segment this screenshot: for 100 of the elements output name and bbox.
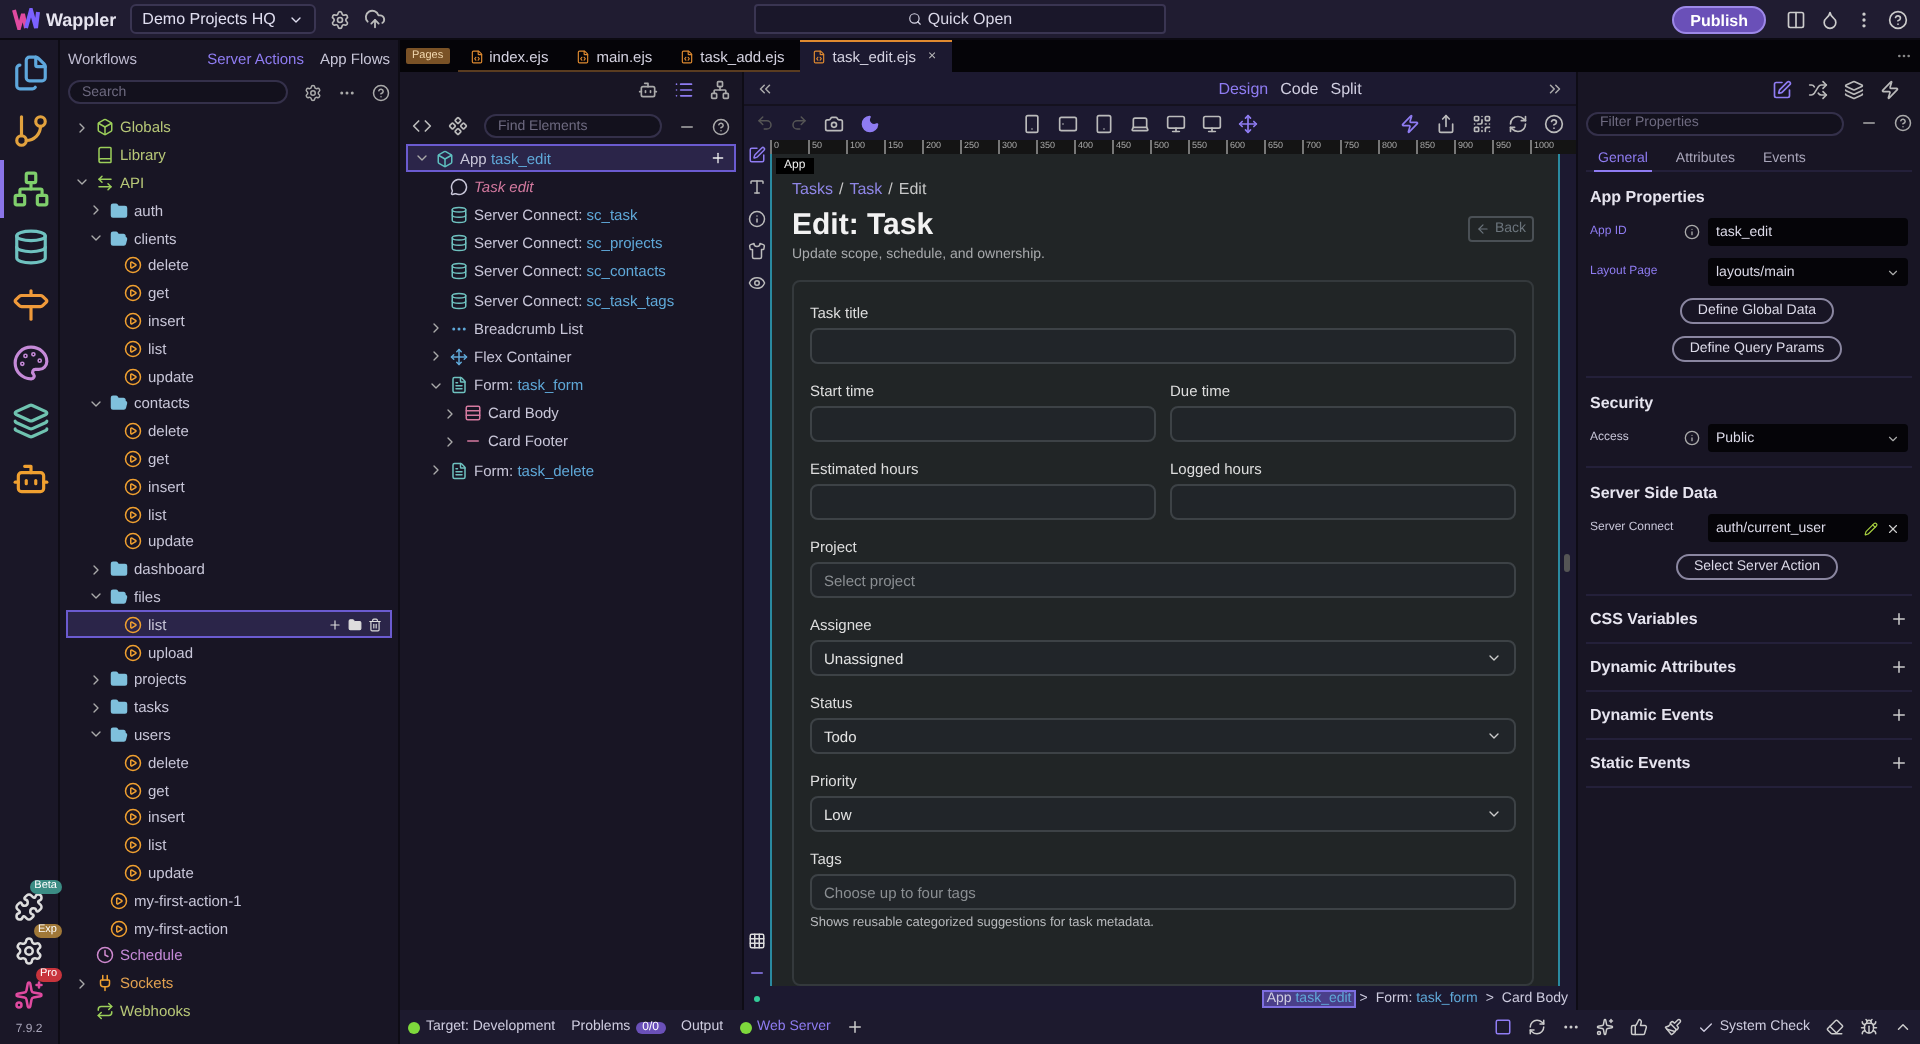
help-icon[interactable] bbox=[1894, 114, 1912, 132]
shirt-icon[interactable] bbox=[748, 242, 766, 260]
move-icon[interactable] bbox=[1238, 113, 1258, 133]
chevron-right-icon[interactable] bbox=[428, 348, 444, 365]
lightning-icon[interactable] bbox=[1400, 113, 1420, 133]
thumbs-up-icon[interactable] bbox=[1629, 1018, 1648, 1036]
info-icon[interactable] bbox=[1684, 224, 1700, 240]
bug-icon[interactable] bbox=[1860, 1018, 1878, 1036]
add-icon[interactable] bbox=[328, 617, 342, 632]
settings-icon[interactable] bbox=[304, 83, 322, 101]
publish-button[interactable]: Publish bbox=[1672, 5, 1766, 33]
help-icon[interactable] bbox=[1888, 9, 1908, 29]
monitor-icon[interactable] bbox=[1166, 113, 1186, 133]
camera-icon[interactable] bbox=[824, 113, 844, 133]
add-icon[interactable] bbox=[1890, 754, 1908, 772]
columns-icon[interactable] bbox=[1786, 9, 1806, 29]
chevron-right-icon[interactable] bbox=[88, 202, 104, 219]
refresh-icon[interactable] bbox=[1508, 113, 1528, 133]
folder-icon bbox=[110, 201, 128, 220]
add-icon[interactable] bbox=[1890, 658, 1908, 676]
chevron-right-icon[interactable] bbox=[88, 671, 104, 688]
robot-icon[interactable] bbox=[638, 80, 658, 100]
chevron-right-icon[interactable] bbox=[88, 561, 104, 578]
droplet-icon[interactable] bbox=[1820, 9, 1840, 29]
file-icon bbox=[469, 49, 484, 63]
quick-open-field[interactable]: Quick Open bbox=[754, 4, 1166, 34]
moon-icon[interactable] bbox=[860, 113, 880, 133]
eye-icon[interactable] bbox=[748, 274, 766, 292]
folder-icon[interactable] bbox=[348, 617, 362, 632]
file-icon bbox=[576, 49, 591, 63]
text-icon[interactable] bbox=[748, 178, 766, 196]
play-icon bbox=[110, 891, 128, 910]
info-icon[interactable] bbox=[1684, 430, 1700, 446]
component-icon[interactable] bbox=[448, 116, 468, 136]
add-icon[interactable] bbox=[846, 1018, 865, 1036]
list-icon[interactable] bbox=[674, 80, 694, 100]
view-tab[interactable]: Code bbox=[1280, 79, 1319, 97]
lightning-icon[interactable] bbox=[1880, 79, 1900, 99]
layers-icon[interactable] bbox=[1844, 79, 1864, 99]
play-icon bbox=[124, 367, 142, 386]
help-icon[interactable] bbox=[712, 117, 730, 135]
qr-code-icon[interactable] bbox=[1472, 113, 1492, 133]
eraser-icon[interactable] bbox=[1826, 1018, 1844, 1036]
refresh-icon[interactable] bbox=[1527, 1018, 1546, 1036]
play-icon bbox=[124, 532, 142, 551]
input-field[interactable] bbox=[1170, 484, 1516, 520]
input-field[interactable] bbox=[810, 406, 1156, 442]
square-icon[interactable] bbox=[1493, 1018, 1512, 1036]
info-icon[interactable] bbox=[748, 210, 766, 228]
section-title: Static Events bbox=[1590, 754, 1691, 772]
tree-icon[interactable] bbox=[710, 80, 730, 100]
play-icon bbox=[124, 781, 142, 800]
chevron-right-icon[interactable] bbox=[88, 699, 104, 716]
form-icon bbox=[450, 376, 468, 395]
monitor-icon[interactable] bbox=[1202, 113, 1222, 133]
chevron-right-icon[interactable] bbox=[442, 405, 458, 422]
view-tab[interactable]: Split bbox=[1330, 79, 1362, 97]
status-dot bbox=[408, 1021, 420, 1033]
view-tab[interactable]: Design bbox=[1218, 79, 1269, 97]
close-icon[interactable] bbox=[1886, 521, 1900, 535]
add-icon[interactable] bbox=[1890, 610, 1908, 628]
input-field[interactable] bbox=[810, 484, 1156, 520]
chevron-right-icon[interactable] bbox=[428, 320, 444, 337]
brush-icon[interactable] bbox=[1663, 1018, 1682, 1036]
phone-icon[interactable] bbox=[1022, 113, 1042, 133]
section-title: Server Side Data bbox=[1590, 484, 1718, 502]
help-icon[interactable] bbox=[1544, 113, 1564, 133]
cloud-upload-icon[interactable] bbox=[363, 8, 386, 30]
add-icon[interactable] bbox=[1890, 706, 1908, 724]
tablet-icon[interactable] bbox=[1058, 113, 1078, 133]
edit-icon[interactable] bbox=[748, 146, 766, 164]
tablet-icon[interactable] bbox=[1094, 113, 1114, 133]
breadcrumb-link[interactable]: Task bbox=[849, 180, 883, 198]
code-icon[interactable] bbox=[412, 116, 432, 136]
sparkles-icon[interactable] bbox=[1595, 1018, 1614, 1036]
chevron-up-icon[interactable] bbox=[1894, 1018, 1912, 1036]
collapse-icon[interactable] bbox=[756, 79, 774, 97]
add-icon[interactable] bbox=[710, 150, 726, 167]
chevron-down-icon bbox=[1486, 650, 1502, 666]
chevron-right-icon[interactable] bbox=[428, 462, 444, 479]
grid-icon[interactable] bbox=[748, 932, 766, 950]
pencil-icon[interactable] bbox=[1864, 521, 1878, 535]
breadcrumb-link[interactable]: Tasks bbox=[792, 180, 833, 198]
chevron-right-icon[interactable] bbox=[442, 433, 458, 450]
database-icon bbox=[450, 234, 468, 253]
help-icon[interactable] bbox=[372, 83, 390, 101]
share-icon[interactable] bbox=[1436, 113, 1456, 133]
section-title: Security bbox=[1590, 394, 1654, 412]
trash-icon[interactable] bbox=[368, 617, 382, 632]
input-field[interactable] bbox=[1170, 406, 1516, 442]
play-icon bbox=[110, 919, 128, 937]
expand-icon[interactable] bbox=[1546, 79, 1564, 97]
edit-icon[interactable] bbox=[1772, 79, 1792, 99]
project-select[interactable]: Demo Projects HQ bbox=[130, 4, 316, 34]
settings-icon[interactable] bbox=[329, 9, 350, 29]
input-field[interactable] bbox=[810, 328, 1516, 364]
laptop-icon[interactable] bbox=[1130, 113, 1150, 133]
chevron-right-icon[interactable] bbox=[74, 975, 90, 992]
breadcrumb-separator: / bbox=[838, 180, 844, 198]
chevron-right-icon[interactable] bbox=[74, 119, 90, 136]
